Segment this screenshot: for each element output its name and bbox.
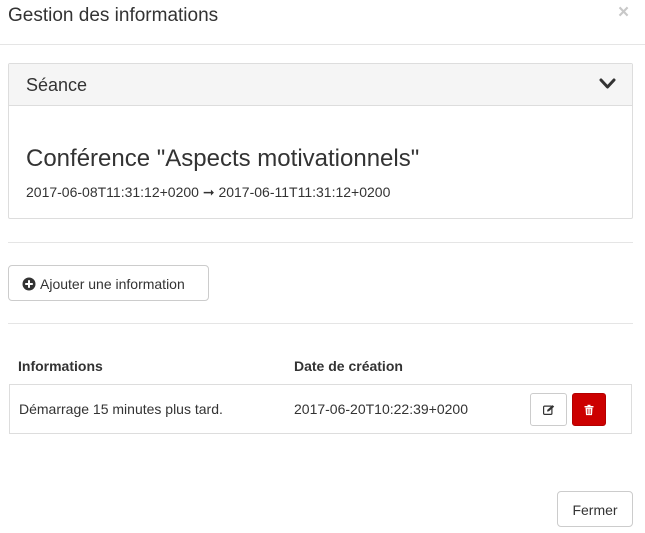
close-button-label: Fermer <box>572 502 618 518</box>
table-row: Démarrage 15 minutes plus tard. 2017-06-… <box>9 384 632 434</box>
plus-circle-icon <box>22 277 36 291</box>
information-cell: Démarrage 15 minutes plus tard. <box>19 401 223 417</box>
trash-icon <box>584 404 594 415</box>
add-information-label: Ajouter une information <box>40 276 185 292</box>
divider <box>8 323 633 324</box>
delete-button[interactable] <box>572 393 606 426</box>
modal-header: Gestion des informations × <box>0 0 645 45</box>
close-icon[interactable]: × <box>618 3 629 23</box>
edit-button[interactable] <box>530 393 567 426</box>
modal-title: Gestion des informations <box>8 5 219 26</box>
created-date-cell: 2017-06-20T10:22:39+0200 <box>294 401 468 417</box>
divider <box>8 242 633 243</box>
edit-icon <box>542 404 554 415</box>
column-header-informations: Informations <box>18 358 103 374</box>
session-panel-title: Séance <box>26 75 88 95</box>
add-information-button[interactable]: Ajouter une information <box>8 265 209 301</box>
event-dates: 2017-06-08T11:31:12+0200 ➞ 2017-06-11T11… <box>26 184 391 200</box>
event-title: Conférence "Aspects motivationnels" <box>26 145 420 172</box>
column-header-date: Date de création <box>294 358 403 374</box>
chevron-down-icon <box>599 78 616 89</box>
close-button[interactable]: Fermer <box>557 491 633 527</box>
session-panel-heading[interactable]: Séance <box>9 64 632 106</box>
